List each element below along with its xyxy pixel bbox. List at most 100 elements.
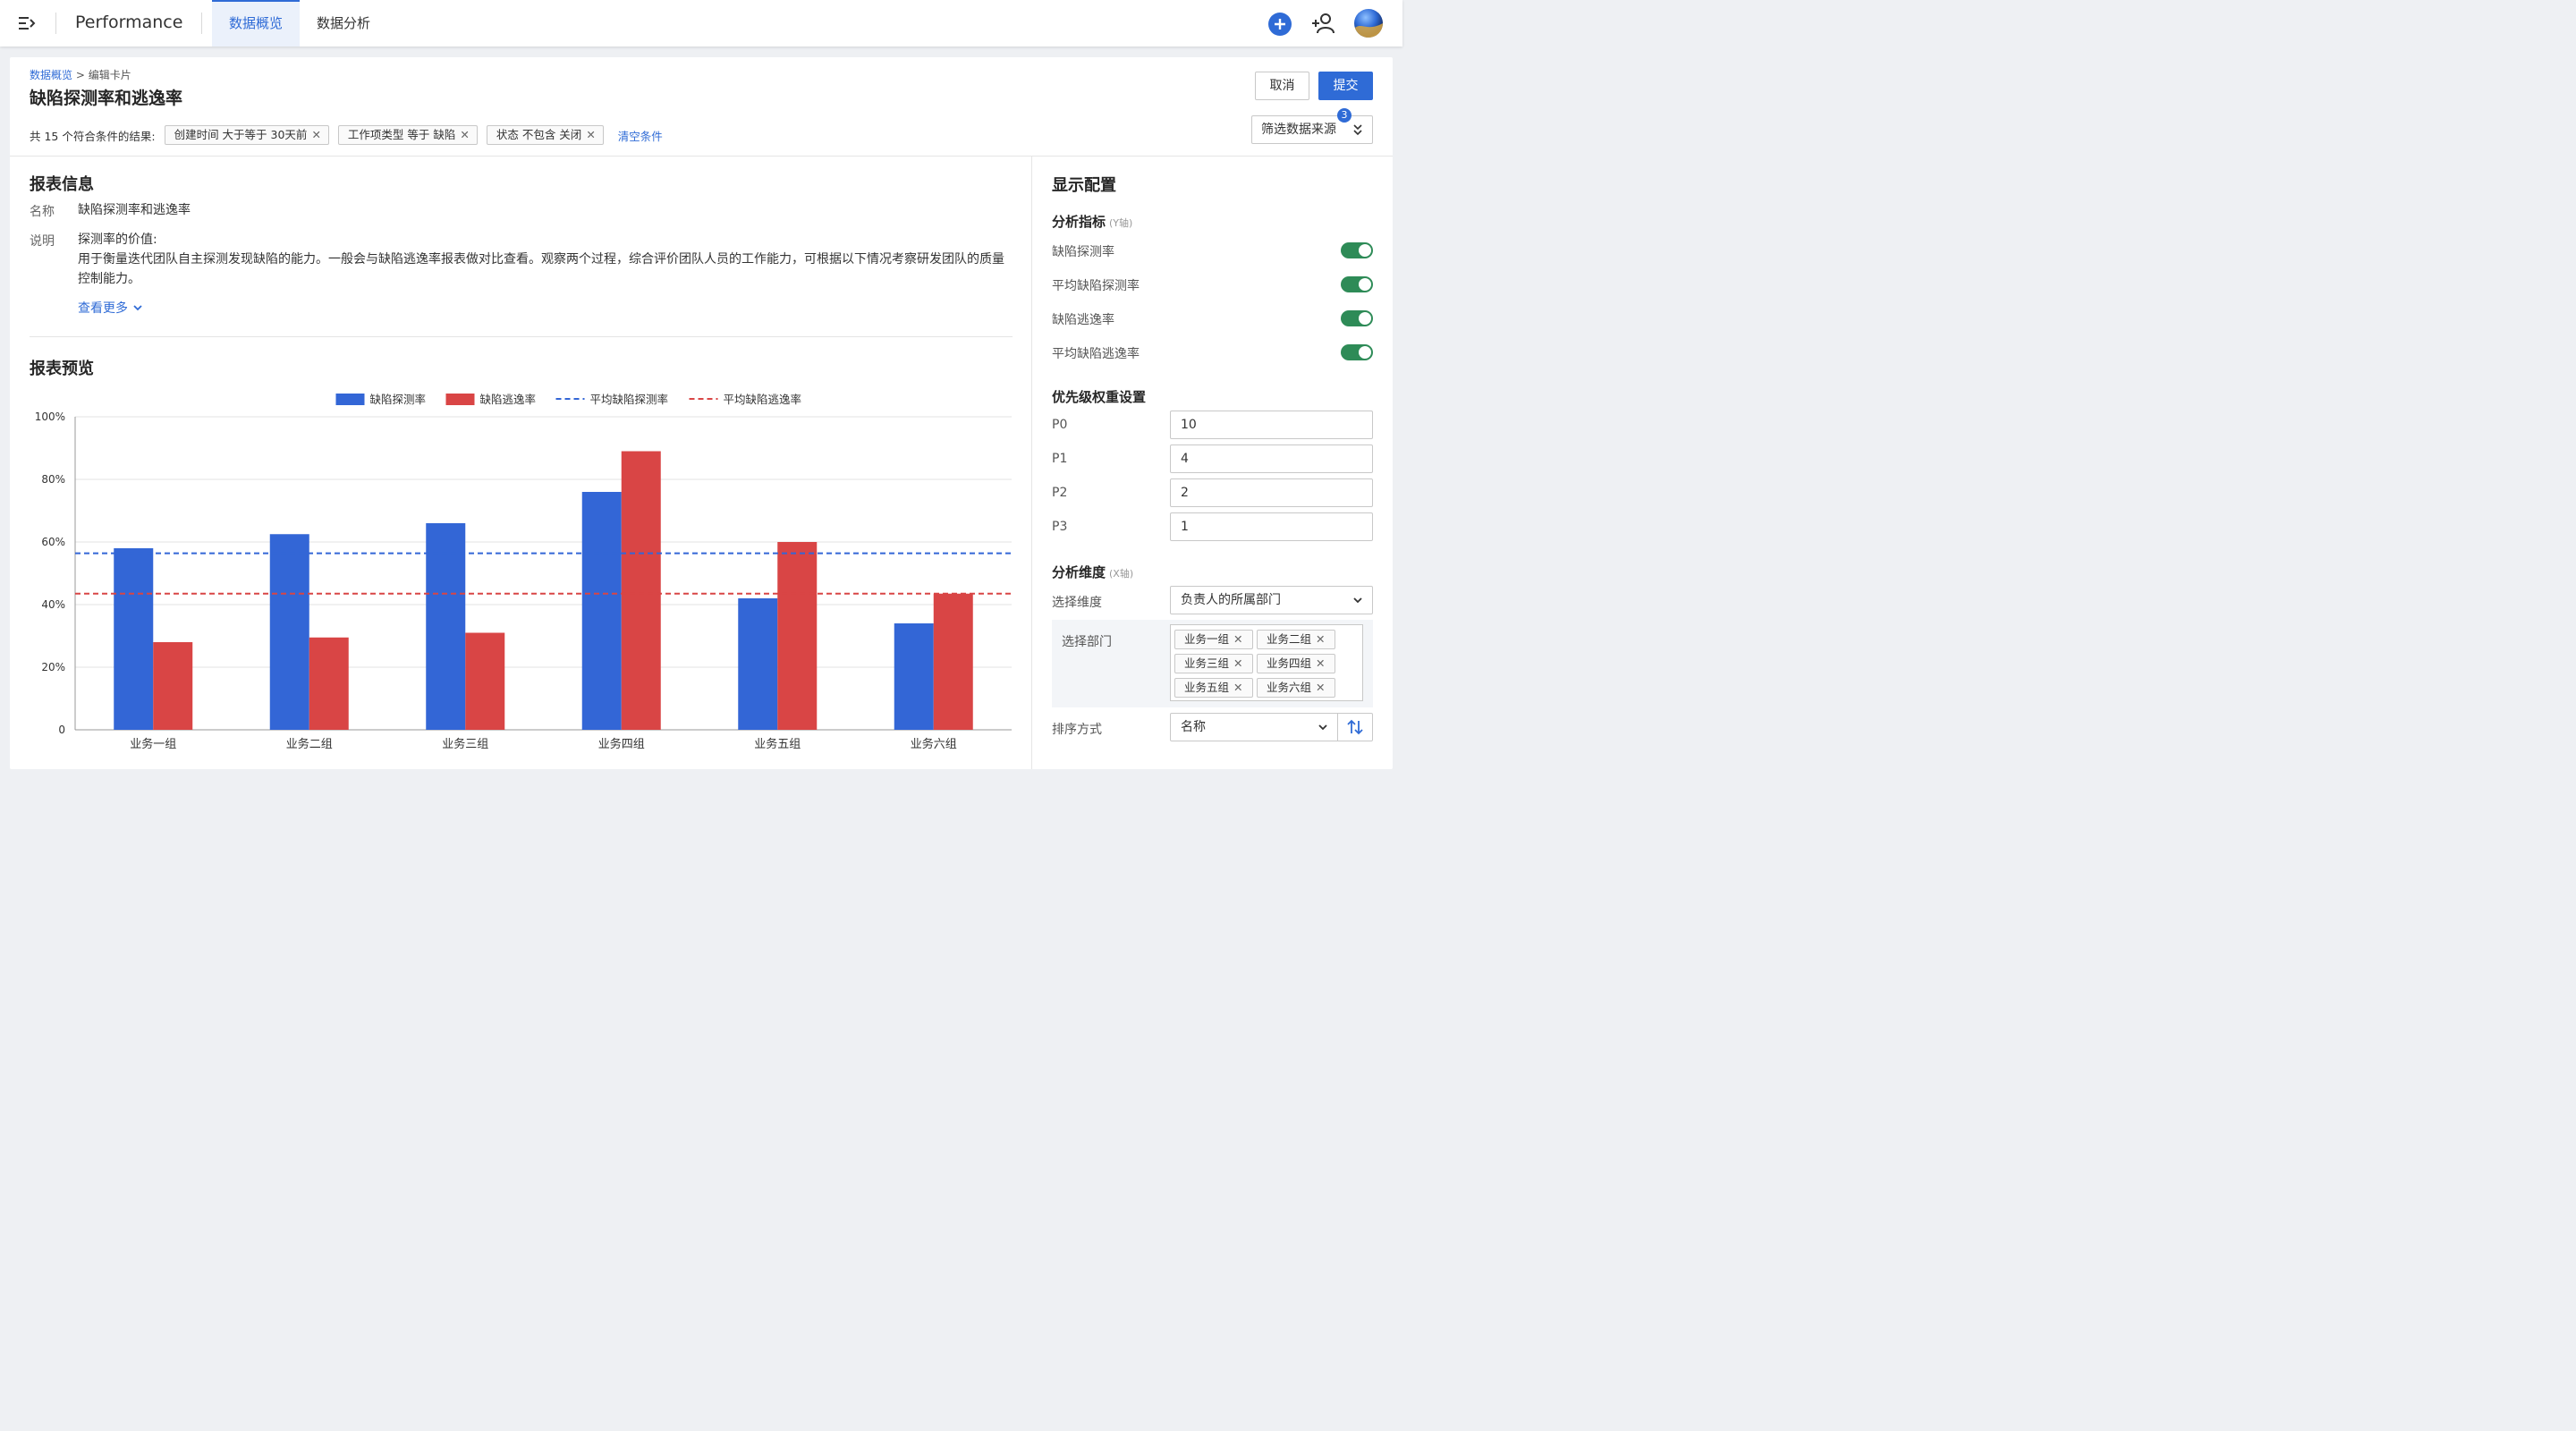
plus-circle-icon[interactable] bbox=[1268, 13, 1292, 36]
y-tick-label: 80% bbox=[41, 473, 65, 486]
tab-data-overview[interactable]: 数据概览 bbox=[212, 0, 300, 47]
department-tag-box[interactable]: 业务一组 ✕ 业务二组 ✕ 业务三组 ✕ 业务四组 ✕ 业务五组 ✕ 业务六组 ✕ bbox=[1170, 624, 1363, 701]
metric-toggle-avg-detection-rate[interactable] bbox=[1341, 276, 1373, 292]
department-tag[interactable]: 业务五组 ✕ bbox=[1174, 678, 1253, 698]
metric-toggle-escape-rate[interactable] bbox=[1341, 310, 1373, 326]
double-chevron-down-icon bbox=[1352, 116, 1363, 154]
department-tag[interactable]: 业务二组 ✕ bbox=[1257, 630, 1335, 649]
metric-toggle-detection-rate[interactable] bbox=[1341, 242, 1373, 258]
legend-label: 平均缺陷逃逸率 bbox=[724, 393, 802, 406]
legend-label: 缺陷探测率 bbox=[370, 393, 427, 406]
close-icon[interactable]: ✕ bbox=[460, 128, 469, 141]
dimension-label: 选择维度 bbox=[1052, 596, 1102, 610]
filter-source-label: 筛选数据来源 bbox=[1261, 123, 1336, 137]
close-icon[interactable]: ✕ bbox=[1316, 681, 1325, 694]
bar-escape bbox=[933, 593, 973, 730]
department-tag[interactable]: 业务三组 ✕ bbox=[1174, 654, 1253, 673]
close-icon[interactable]: ✕ bbox=[586, 128, 595, 141]
filter-chip-label: 状态 不包含 关闭 bbox=[496, 128, 582, 141]
priority-label: P3 bbox=[1052, 520, 1068, 534]
close-icon[interactable]: ✕ bbox=[1316, 656, 1325, 670]
breadcrumb-link-overview[interactable]: 数据概览 bbox=[30, 69, 72, 81]
add-user-icon[interactable] bbox=[1310, 12, 1335, 35]
description-line: 用于衡量迭代团队自主探测发现缺陷的能力。一般会与缺陷逃逸率报表做对比查看。观察两… bbox=[78, 252, 1004, 286]
nav-divider bbox=[55, 13, 56, 34]
clear-filters-link[interactable]: 清空条件 bbox=[618, 127, 663, 144]
department-tag-label: 业务四组 bbox=[1267, 656, 1312, 670]
dimension-hint: (X轴) bbox=[1109, 568, 1134, 580]
section-divider bbox=[30, 336, 1013, 337]
submit-button[interactable]: 提交 bbox=[1318, 72, 1373, 100]
y-tick-label: 100% bbox=[35, 411, 65, 423]
filter-bar: 共 15 个符合条件的结果: 创建时间 大于等于 30天前 ✕ 工作项类型 等于 … bbox=[30, 125, 663, 145]
metric-label: 缺陷逃逸率 bbox=[1052, 313, 1114, 327]
filter-chip-work-type[interactable]: 工作项类型 等于 缺陷 ✕ bbox=[337, 125, 478, 145]
top-nav-bar: Performance 数据概览 数据分析 bbox=[0, 0, 1402, 47]
bar-escape bbox=[777, 542, 818, 730]
tab-data-analysis[interactable]: 数据分析 bbox=[300, 0, 387, 47]
close-icon[interactable]: ✕ bbox=[1233, 681, 1242, 694]
metric-label: 平均缺陷探测率 bbox=[1052, 279, 1140, 293]
metric-label: 平均缺陷逃逸率 bbox=[1052, 347, 1140, 361]
page-title: 缺陷探测率和逃逸率 bbox=[30, 89, 183, 108]
result-count-text: 共 15 个符合条件的结果: bbox=[30, 129, 156, 143]
close-icon[interactable]: ✕ bbox=[1233, 656, 1242, 670]
metric-toggle-avg-escape-rate[interactable] bbox=[1341, 344, 1373, 360]
name-value: 缺陷探测率和逃逸率 bbox=[78, 203, 191, 217]
bar-detection bbox=[114, 548, 154, 730]
x-tick-label: 业务一组 bbox=[130, 737, 176, 751]
priority-input-p0[interactable]: 10 bbox=[1170, 411, 1373, 439]
y-tick-label: 60% bbox=[41, 536, 65, 548]
priority-input-p3[interactable]: 1 bbox=[1170, 512, 1373, 541]
filter-chip-status[interactable]: 状态 不包含 关闭 ✕ bbox=[486, 125, 604, 145]
bar-escape bbox=[309, 637, 349, 730]
edit-card-page: 数据概览 > 编辑卡片 缺陷探测率和逃逸率 取消 提交 筛选数据来源 3 共 1… bbox=[10, 57, 1393, 769]
menu-toggle-icon[interactable] bbox=[18, 14, 38, 32]
close-icon[interactable]: ✕ bbox=[1316, 632, 1325, 646]
priority-input-p2[interactable]: 2 bbox=[1170, 478, 1373, 507]
filter-source-button[interactable]: 筛选数据来源 bbox=[1251, 115, 1373, 144]
x-tick-label: 业务二组 bbox=[286, 737, 333, 751]
bar-detection bbox=[269, 534, 309, 730]
avatar[interactable] bbox=[1354, 9, 1383, 38]
dimension-title-text: 分析维度 bbox=[1052, 564, 1106, 580]
metrics-section-title: 分析指标 (Y轴) bbox=[1052, 212, 1132, 231]
filter-chip-label: 工作项类型 等于 缺陷 bbox=[347, 128, 456, 141]
filter-count-badge: 3 bbox=[1337, 108, 1352, 123]
department-tag-label: 业务五组 bbox=[1184, 681, 1230, 694]
filter-chip-created-time[interactable]: 创建时间 大于等于 30天前 ✕ bbox=[164, 125, 329, 145]
department-tag[interactable]: 业务六组 ✕ bbox=[1257, 678, 1335, 698]
department-tag-label: 业务三组 bbox=[1184, 656, 1230, 670]
department-label: 选择部门 bbox=[1062, 635, 1112, 649]
dimension-select[interactable]: 负责人的所属部门 bbox=[1170, 586, 1373, 614]
chevron-down-icon bbox=[131, 301, 144, 316]
priority-label: P0 bbox=[1052, 418, 1068, 432]
report-info-title: 报表信息 bbox=[30, 175, 94, 194]
show-more-link[interactable]: 查看更多 bbox=[78, 299, 144, 317]
legend-label: 缺陷逃逸率 bbox=[480, 393, 537, 406]
legend-swatch bbox=[335, 394, 365, 405]
sort-order-icon[interactable] bbox=[1338, 713, 1373, 741]
nav-divider bbox=[201, 13, 202, 34]
priority-input-p1[interactable]: 4 bbox=[1170, 445, 1373, 473]
sort-select[interactable]: 名称 bbox=[1170, 713, 1338, 741]
bar-escape bbox=[621, 451, 661, 730]
bar-detection bbox=[738, 598, 778, 730]
metrics-hint: (Y轴) bbox=[1109, 217, 1133, 229]
filter-chip-label: 创建时间 大于等于 30天前 bbox=[174, 128, 308, 141]
x-tick-label: 业务六组 bbox=[911, 737, 957, 751]
cancel-button[interactable]: 取消 bbox=[1255, 72, 1309, 100]
bar-detection bbox=[894, 623, 934, 730]
metric-label: 缺陷探测率 bbox=[1052, 245, 1114, 259]
close-icon[interactable]: ✕ bbox=[1233, 632, 1242, 646]
close-icon[interactable]: ✕ bbox=[311, 128, 320, 141]
department-tag[interactable]: 业务一组 ✕ bbox=[1174, 630, 1253, 649]
bar-detection bbox=[426, 523, 466, 730]
defect-rate-chart: 0 20% 40% 60% 80% 100% 业务一组 业务二组 业务三组 业务四组 业务五组 业务六… bbox=[35, 393, 1012, 751]
app-title: Performance bbox=[75, 13, 183, 32]
department-tag[interactable]: 业务四组 ✕ bbox=[1257, 654, 1335, 673]
department-tag-label: 业务一组 bbox=[1184, 632, 1230, 646]
description-text: 探测率的价值: 用于衡量迭代团队自主探测发现缺陷的能力。一般会与缺陷逃逸率报表做… bbox=[78, 230, 1013, 289]
description-line: 探测率的价值: bbox=[78, 233, 157, 247]
bar-escape bbox=[153, 642, 193, 730]
